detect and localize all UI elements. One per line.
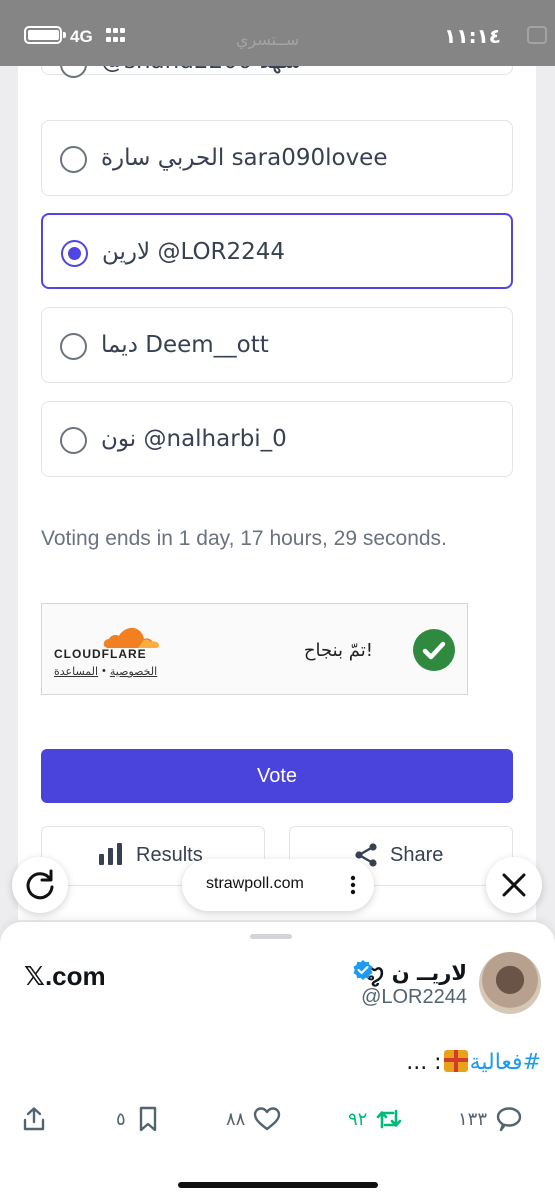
reply-icon (496, 1107, 522, 1132)
reply-action[interactable]: ١٣٣ (458, 1104, 523, 1134)
tweet-text: #فعالية : ... (406, 1050, 541, 1075)
battery-icon (24, 26, 66, 44)
clock: ١١:١٤ (444, 24, 501, 48)
success-check-icon (413, 629, 455, 671)
share-upload-icon (23, 1107, 45, 1131)
option-label: نون @nalharbi_0 (101, 426, 287, 452)
site-name: 𝕏.com (24, 961, 106, 991)
radio-button[interactable] (60, 427, 87, 454)
tweet-sheet[interactable]: 𝕏.com لاريــ ن ꨄ @LOR2244 #فعالية : ... ٥… (0, 922, 555, 1200)
poll-option[interactable]: الحربي سارة sara090lovee (41, 120, 513, 196)
poll-option[interactable]: نون @nalharbi_0 (41, 401, 513, 477)
retweet-icon (377, 1109, 402, 1129)
poll-option[interactable]: ديما Deem__ott (41, 307, 513, 383)
cloudflare-turnstile[interactable]: CLOUDFLARE الخصوصية • المساعدة تمّ بنجاح… (41, 603, 468, 695)
vote-button[interactable]: Vote (41, 749, 513, 803)
signal-icon (106, 28, 126, 44)
display-name: لاريــ ن ꨄ (364, 961, 467, 985)
network-label: 4G (70, 27, 93, 46)
avatar[interactable] (479, 952, 541, 1014)
bookmark-count: ٥ (116, 1108, 126, 1130)
upload-action[interactable] (20, 1104, 48, 1134)
heart-icon (254, 1107, 281, 1131)
like-action[interactable]: ٨٨ (226, 1104, 281, 1134)
verification-success-text: تمّ بنجاح! (303, 640, 373, 661)
tweet-text-suffix: : ... (406, 1050, 442, 1075)
reload-button[interactable] (12, 857, 68, 913)
link-separator: • (102, 665, 106, 677)
close-icon (502, 873, 526, 897)
tabs-icon (527, 26, 547, 44)
home-indicator[interactable] (178, 1182, 378, 1188)
option-label: لارين @LOR2244 (102, 239, 286, 265)
like-count: ٨٨ (226, 1108, 246, 1130)
bookmark-action[interactable]: ٥ (116, 1104, 162, 1134)
cloudflare-wordmark: CLOUDFLARE (54, 647, 147, 661)
verified-badge-icon (353, 960, 373, 980)
option-label: الحربي سارة sara090lovee (101, 145, 388, 171)
reply-count: ١٣٣ (458, 1108, 488, 1130)
retweet-action[interactable]: ٩٢ (348, 1104, 403, 1134)
close-button[interactable] (486, 857, 542, 913)
gift-emoji-icon (443, 1050, 468, 1072)
hashtag-link[interactable]: #فعالية (470, 1050, 541, 1075)
handle: @LOR2244 (361, 986, 467, 1008)
radio-button-checked[interactable] (61, 240, 88, 267)
bookmark-icon (139, 1106, 156, 1132)
option-label: ديما Deem__ott (101, 332, 269, 358)
status-bar: 4G ســتسري ١١:١٤ (0, 0, 555, 66)
privacy-link[interactable]: الخصوصية (110, 665, 157, 678)
cloudflare-links: الخصوصية • المساعدة (54, 665, 157, 678)
reload-icon (26, 869, 54, 900)
help-link[interactable]: المساعدة (54, 665, 98, 678)
bar-chart-icon (99, 843, 122, 865)
poll-page: @shahd2200 شهد الحربي سارة sara090lovee … (18, 0, 536, 920)
poll-option-selected[interactable]: لارين @LOR2244 (41, 213, 513, 289)
more-vertical-icon[interactable] (350, 873, 356, 897)
url-text: strawpoll.com (206, 875, 304, 892)
faded-page-title: ســتسري (236, 32, 300, 49)
share-label: Share (390, 844, 444, 866)
sheet-grabber[interactable] (250, 934, 292, 939)
radio-button[interactable] (60, 146, 87, 173)
url-bar[interactable]: strawpoll.com (182, 859, 374, 911)
radio-button[interactable] (60, 333, 87, 360)
voting-ends-text: Voting ends in 1 day, 17 hours, 29 secon… (41, 527, 447, 550)
retweet-count: ٩٢ (348, 1108, 368, 1130)
